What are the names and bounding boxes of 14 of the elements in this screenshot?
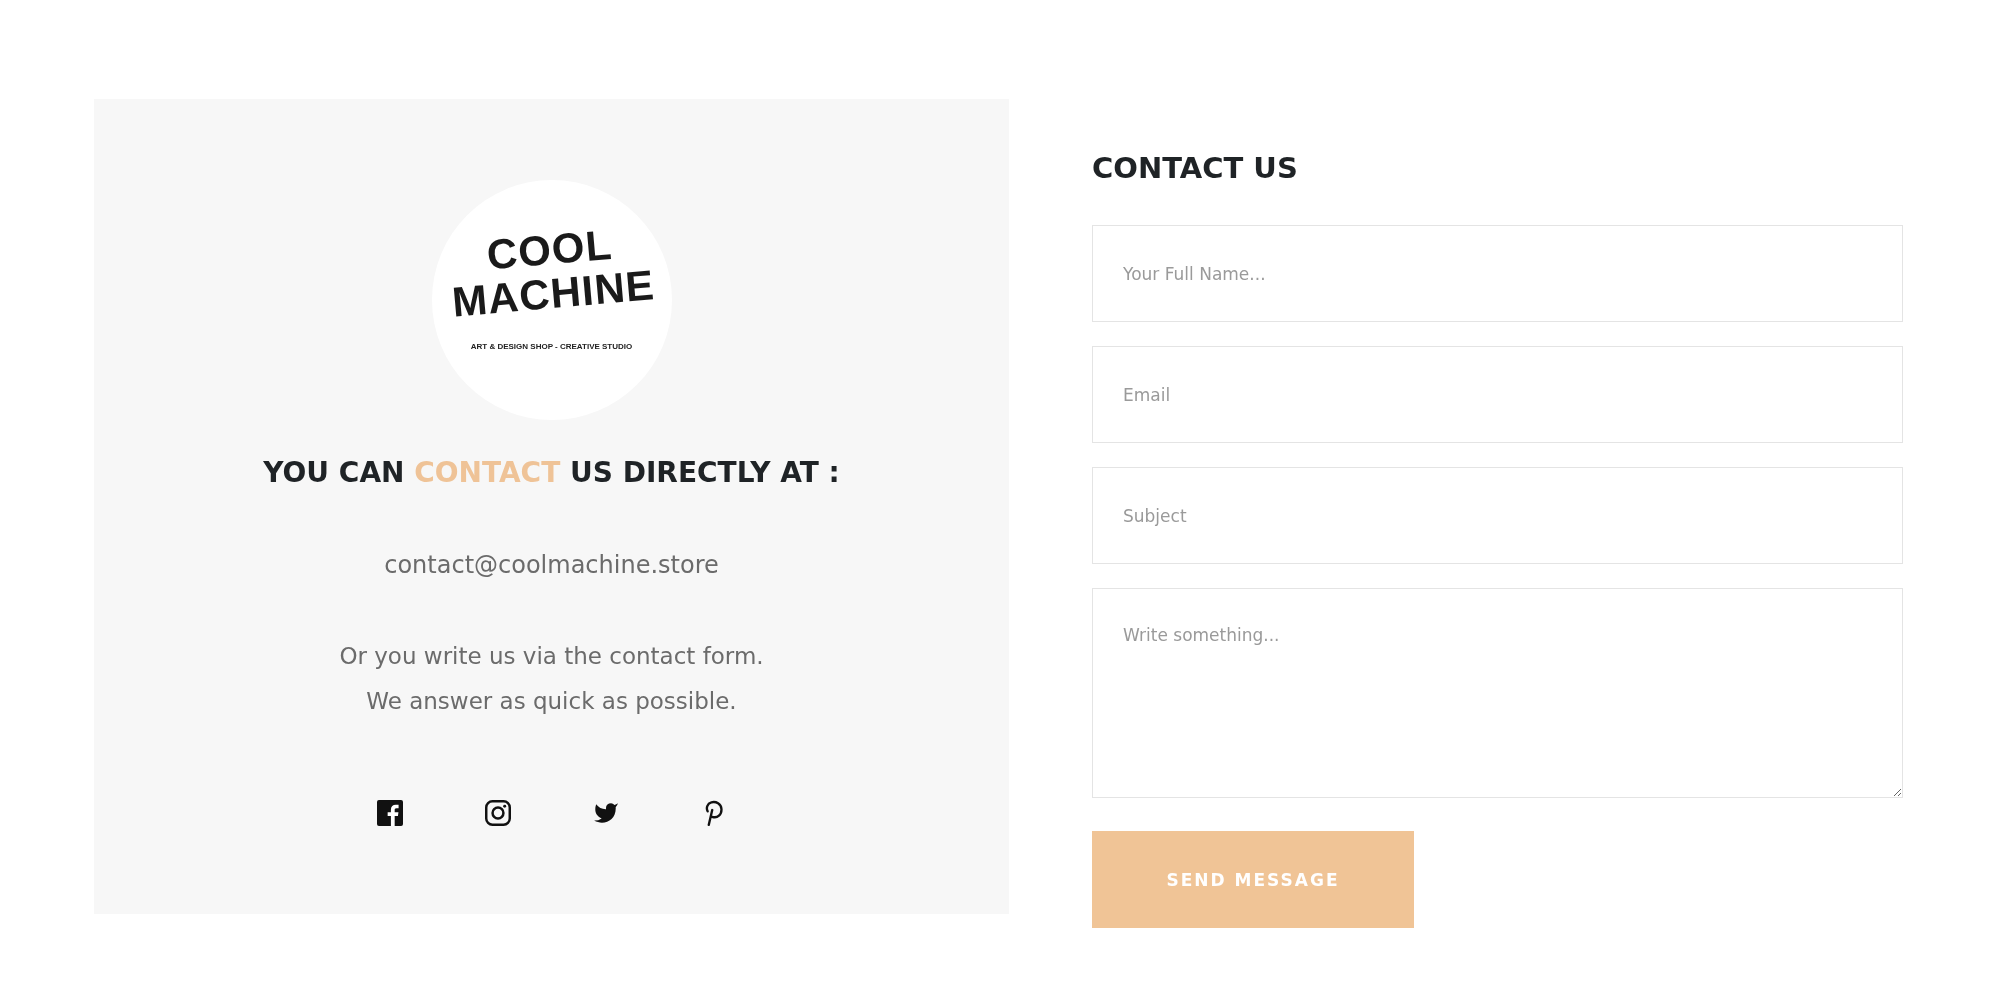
twitter-icon[interactable] (592, 800, 619, 826)
input-field[interactable]: Subject (1092, 467, 1903, 564)
instagram-icon[interactable] (484, 800, 511, 826)
logo-wordmark: COOL MACHINE (449, 219, 657, 325)
email-address: contact@coolmachine.store (384, 550, 719, 581)
form-title: CONTACT US (1092, 151, 1298, 186)
facebook-icon[interactable] (376, 800, 403, 826)
contact-note: Or you write us via the contact form. We answer as quick as possible. (339, 642, 764, 716)
send-message-button[interactable]: SEND MESSAGE (1092, 831, 1414, 928)
logo-tagline: ART & DESIGN SHOP - CREATIVE STUDIO (470, 342, 633, 351)
message-field[interactable]: Write something... (1092, 588, 1903, 798)
input-field[interactable]: Your Full Name... (1092, 225, 1903, 322)
input-field[interactable]: Email (1092, 346, 1903, 443)
contact-headline: YOU CAN CONTACT US DIRECTLY AT : (263, 456, 840, 490)
